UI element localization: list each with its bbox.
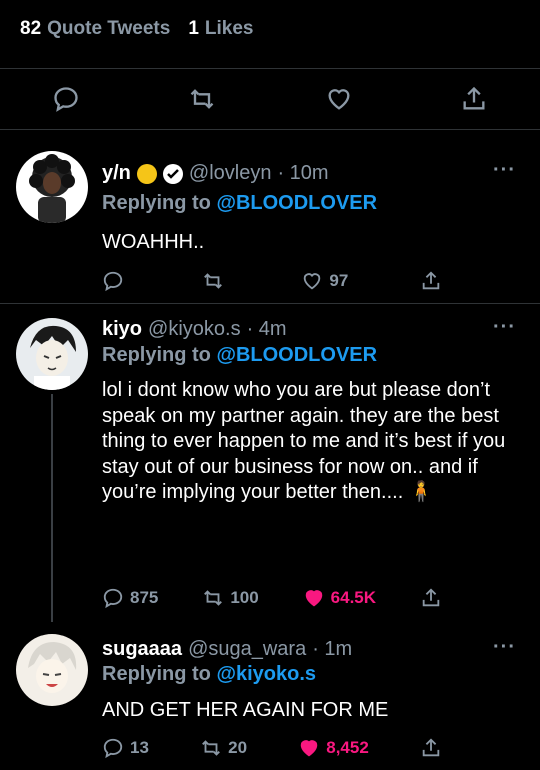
- tweet-text: lol i dont know who you are but please d…: [102, 379, 506, 503]
- like-button[interactable]: 8,452: [298, 737, 369, 759]
- share-icon: [422, 588, 440, 607]
- display-name[interactable]: sugaaaa: [102, 638, 182, 661]
- tweet-header: y/n @lovleyn · 10m: [102, 162, 329, 185]
- retweet-button[interactable]: 20: [200, 737, 247, 759]
- likes-link[interactable]: 1 Likes: [188, 18, 253, 40]
- avatar[interactable]: [16, 151, 88, 223]
- tweet-text: AND GET HER AGAIN FOR ME: [102, 699, 389, 721]
- retweet-icon: [202, 740, 221, 756]
- retweet-button[interactable]: 100: [202, 587, 259, 609]
- reply-button[interactable]: [102, 270, 130, 292]
- reply-tweet[interactable]: kiyo @kiyoko.s · 4m ··· Replying to @BLO…: [0, 304, 540, 622]
- retweet-icon[interactable]: [188, 85, 216, 113]
- timestamp[interactable]: · 10m: [277, 162, 328, 185]
- thread-line: [51, 394, 53, 622]
- main-action-bar: [0, 68, 540, 130]
- share-icon: [422, 738, 440, 757]
- reply-button[interactable]: 13: [102, 737, 149, 759]
- tweet-actions: 97: [102, 270, 442, 292]
- user-handle[interactable]: @suga_wara: [188, 638, 306, 661]
- share-button[interactable]: [420, 270, 442, 292]
- more-options-icon[interactable]: ···: [493, 636, 516, 659]
- timestamp[interactable]: · 1m: [312, 638, 352, 661]
- display-name[interactable]: kiyo: [102, 318, 142, 341]
- user-handle[interactable]: @lovleyn: [189, 162, 272, 185]
- reply-button[interactable]: 875: [102, 587, 158, 609]
- heart-filled-icon: [305, 590, 322, 607]
- replying-to: Replying to @BLOODLOVER: [102, 344, 378, 366]
- like-button[interactable]: 97: [301, 270, 348, 292]
- grinning-emoji-icon: [136, 163, 157, 184]
- like-button[interactable]: 64.5K: [303, 587, 376, 609]
- replying-to: Replying to @BLOODLOVER: [102, 192, 378, 214]
- retweet-icon: [204, 590, 223, 606]
- user-handle[interactable]: @kiyoko.s: [148, 318, 241, 341]
- share-icon: [422, 271, 440, 290]
- reply-icon: [103, 271, 123, 292]
- timestamp[interactable]: · 4m: [247, 318, 287, 341]
- share-icon[interactable]: [460, 85, 488, 113]
- replying-to: Replying to @kiyoko.s: [102, 663, 316, 685]
- mention-link[interactable]: @BLOODLOVER: [216, 344, 377, 366]
- more-options-icon[interactable]: ···: [493, 159, 516, 182]
- avatar[interactable]: [16, 318, 88, 390]
- engagement-stats: 82 Quote Tweets 1 Likes: [20, 18, 253, 40]
- retweet-icon: [203, 273, 222, 289]
- mention-link[interactable]: @BLOODLOVER: [216, 192, 377, 214]
- reply-icon: [103, 588, 123, 609]
- share-button[interactable]: [420, 587, 442, 609]
- tweet-actions: 875 100 64.5K: [102, 587, 442, 609]
- verified-badge-icon: [162, 163, 183, 184]
- heart-icon[interactable]: [325, 85, 353, 113]
- more-options-icon[interactable]: ···: [493, 316, 516, 339]
- reply-icon: [103, 738, 123, 759]
- tweet-header: kiyo @kiyoko.s · 4m: [102, 318, 287, 341]
- heart-filled-icon: [300, 740, 318, 757]
- heart-icon: [304, 273, 321, 290]
- display-name[interactable]: y/n: [102, 162, 131, 185]
- retweet-button[interactable]: [202, 270, 230, 292]
- reply-tweet[interactable]: y/n @lovleyn · 10m ··· Replying to @BLOO…: [0, 129, 540, 304]
- reply-tweet[interactable]: sugaaaa @suga_wara · 1m ··· Replying to …: [0, 622, 540, 770]
- avatar[interactable]: [16, 634, 88, 706]
- tweet-header: sugaaaa @suga_wara · 1m: [102, 638, 352, 661]
- tweet-text: WOAHHH..: [102, 231, 205, 253]
- reply-icon[interactable]: [52, 85, 80, 113]
- quote-tweets-link[interactable]: 82 Quote Tweets: [20, 18, 170, 40]
- mention-link[interactable]: @kiyoko.s: [216, 663, 316, 685]
- share-button[interactable]: [420, 737, 442, 759]
- tweet-actions: 13 20 8,452: [102, 737, 442, 759]
